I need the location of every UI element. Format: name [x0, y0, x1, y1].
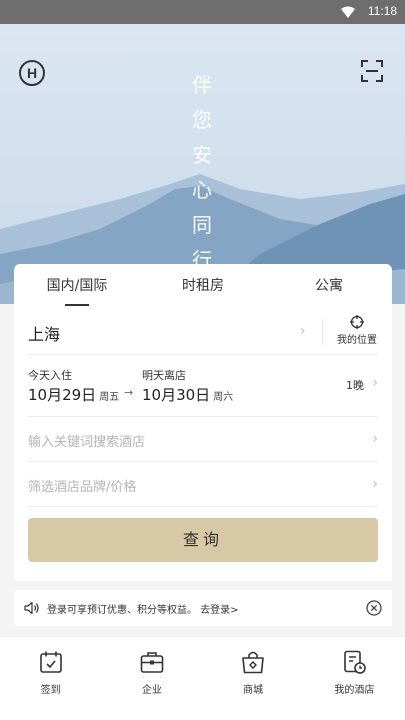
- checkout-date[interactable]: 10月30日 周六: [142, 384, 233, 405]
- my-location-label: 我的位置: [337, 335, 377, 346]
- close-icon[interactable]: [366, 600, 382, 616]
- slogan-char: 安: [192, 143, 212, 167]
- shopping-bag-icon: [242, 651, 264, 674]
- checkin-weekday: 周五: [99, 392, 120, 403]
- nav-label: 我的酒店: [334, 685, 375, 696]
- checkin-date-value: 10月29日: [28, 386, 97, 404]
- city-name[interactable]: 上海: [28, 321, 60, 345]
- my-location-button[interactable]: 我的位置: [332, 315, 382, 346]
- chevron-right-icon: ›: [372, 375, 378, 391]
- booking-tabs: 国内/国际 时租房 公寓: [14, 264, 392, 308]
- speaker-icon: [24, 601, 39, 615]
- nav-label: 企业: [141, 685, 162, 696]
- hero-banner: H 伴 您 安 心 同 行: [0, 24, 405, 304]
- hotel-logo[interactable]: H: [19, 60, 45, 86]
- hotel-search-form: 上海 › 我的位置 今天入住 10月29日 周五 → 明天离店 10月30日 周六 …: [14, 309, 392, 581]
- status-time: 11:18: [367, 4, 397, 18]
- nav-item-mall[interactable]: 商城: [203, 637, 304, 720]
- nights-count[interactable]: 1晚: [346, 377, 364, 393]
- keyword-placeholder: 输入关键词搜索酒店: [28, 435, 146, 450]
- brand-price-filter[interactable]: 筛选酒店品牌/价格 ›: [28, 462, 378, 507]
- keyword-search-field[interactable]: 输入关键词搜索酒店 ›: [28, 417, 378, 462]
- chevron-right-icon: ›: [300, 323, 306, 339]
- login-notice-text[interactable]: 登录可享预订优惠、积分等权益。 去登录>: [47, 601, 239, 616]
- hero-slogan: 伴 您 安 心 同 行: [190, 68, 214, 278]
- nav-item-my-hotel[interactable]: 我的酒店: [304, 637, 405, 720]
- brand-placeholder: 筛选酒店品牌/价格: [28, 480, 137, 495]
- booking-tabs-card: 国内/国际 时租房 公寓: [14, 264, 392, 309]
- slogan-char: 心: [192, 178, 212, 202]
- scan-icon[interactable]: [361, 60, 383, 82]
- checkout-label: 明天离店: [142, 369, 186, 382]
- checkin-date[interactable]: 10月29日 周五: [28, 384, 119, 405]
- nav-label: 商城: [243, 685, 264, 696]
- city-selector[interactable]: 上海 › 我的位置: [28, 309, 378, 355]
- slogan-char: 伴: [192, 73, 212, 97]
- tab-hourly-room[interactable]: 时租房: [140, 264, 266, 308]
- nav-item-enterprise[interactable]: 企业: [101, 637, 202, 720]
- wifi-icon: [341, 6, 355, 18]
- chevron-right-icon: ›: [372, 431, 378, 447]
- checkout-date-value: 10月30日: [142, 386, 211, 404]
- date-selector[interactable]: 今天入住 10月29日 周五 → 明天离店 10月30日 周六 1晚 ›: [28, 355, 378, 417]
- briefcase-icon: [140, 652, 164, 673]
- checkin-label: 今天入住: [28, 369, 72, 382]
- arrow-right-icon: →: [124, 386, 134, 399]
- bottom-nav: 签到 企业 商城 我的酒店: [0, 636, 405, 720]
- checkout-weekday: 周六: [213, 392, 234, 403]
- tab-apartment[interactable]: 公寓: [266, 264, 392, 308]
- status-bar: 11:18: [0, 0, 405, 24]
- divider: [322, 319, 323, 345]
- nav-item-checkin[interactable]: 签到: [0, 637, 101, 720]
- nav-label: 签到: [40, 685, 61, 696]
- login-notice-bar[interactable]: 登录可享预订优惠、积分等权益。 去登录>: [14, 590, 392, 626]
- my-hotel-icon: [344, 650, 367, 674]
- crosshair-icon: [350, 315, 364, 329]
- calendar-check-icon: [39, 651, 62, 673]
- tab-domestic-international[interactable]: 国内/国际: [14, 264, 140, 308]
- search-button[interactable]: 查询: [28, 518, 378, 562]
- slogan-char: 同: [192, 213, 212, 237]
- slogan-char: 您: [192, 108, 212, 132]
- chevron-right-icon: ›: [372, 476, 378, 492]
